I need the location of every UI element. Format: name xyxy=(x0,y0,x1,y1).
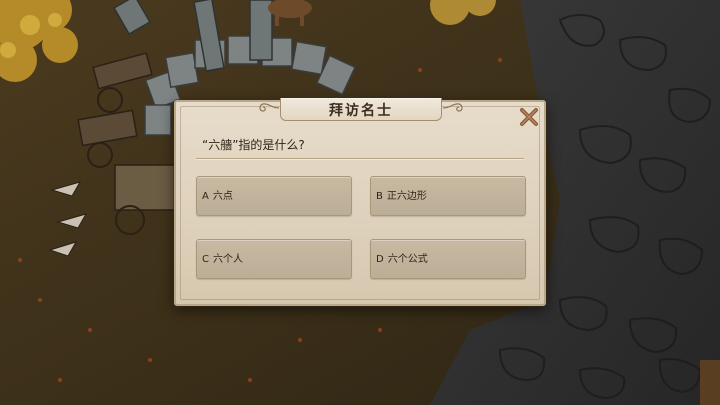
answer-option-d[interactable]: D 六个公式 xyxy=(370,239,526,279)
option-letter: A xyxy=(202,191,209,202)
close-x-icon xyxy=(520,108,538,126)
dialog-title: 拜访名士 xyxy=(329,103,393,119)
answer-option-b[interactable]: B 正六边形 xyxy=(370,176,526,216)
close-button[interactable] xyxy=(518,106,540,128)
title-flourish-left-icon xyxy=(259,103,279,112)
answer-option-c[interactable]: C 六个人 xyxy=(196,239,352,279)
question-divider xyxy=(196,158,524,159)
option-letter: D xyxy=(376,254,384,265)
option-text: 六个人 xyxy=(212,254,243,265)
visit-scholar-dialog: 拜访名士 “六艢”指的是什么? A 六点 B 正六边形 C 六个人 D 六个公式 xyxy=(174,98,546,306)
option-letter: C xyxy=(202,254,209,265)
option-letter: B xyxy=(376,191,383,202)
option-text: 六点 xyxy=(212,191,233,202)
option-text: 正六边形 xyxy=(386,191,427,202)
option-text: 六个公式 xyxy=(387,254,428,265)
answer-option-a[interactable]: A 六点 xyxy=(196,176,352,216)
question-text: “六艢”指的是什么? xyxy=(202,138,305,152)
title-flourish-right-icon xyxy=(443,103,463,112)
dialog-title-plate: 拜访名士 xyxy=(259,98,463,121)
